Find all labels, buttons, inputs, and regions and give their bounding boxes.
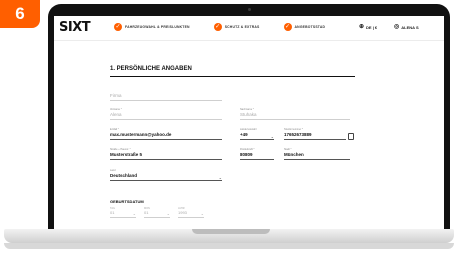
phone-value: 17652673889: [284, 132, 312, 137]
sixt-logo[interactable]: SIXT: [59, 20, 91, 35]
step-label: ANGEBOTSSTAD: [294, 25, 326, 29]
field-underline: [284, 139, 346, 140]
street-field[interactable]: Straße + Hausnr. * Musterstraße 5: [110, 148, 222, 160]
zip-field[interactable]: Postleitzahl * 80809: [240, 148, 274, 160]
app-header: SIXT ✓ FAHRZEUGWAHL & PREISLUNKTEN ✓ SCH…: [54, 16, 444, 41]
country-code-select[interactable]: Ländervorwahl +49 ⌄: [240, 128, 274, 140]
zip-value: 80809: [240, 152, 253, 157]
phone-icon: [348, 133, 354, 140]
laptop-base: [4, 229, 454, 243]
user-icon: ◎: [394, 24, 400, 30]
field-underline: [240, 139, 274, 140]
laptop-lid: SIXT ✓ FAHRZEUGWAHL & PREISLUNKTEN ✓ SCH…: [48, 4, 450, 230]
last-name-label: Nachname *: [240, 108, 254, 111]
dob-title: GEBURTSDATUM: [110, 199, 144, 204]
user-menu[interactable]: ◎ ALENA S: [394, 24, 419, 30]
dob-row: TAG 01 ⌄ MON 01 ⌄ JAHR 1993 ⌄: [110, 207, 204, 218]
field-underline: [110, 180, 222, 181]
field-underline: [178, 217, 204, 218]
language-selector[interactable]: ⊕ DE | €: [359, 24, 377, 30]
field-underline: [284, 159, 350, 160]
country-label: Land: [110, 169, 116, 172]
chevron-down-icon: ⌄: [166, 211, 170, 216]
section-divider: [110, 76, 355, 77]
globe-icon: ⊕: [359, 24, 365, 30]
chevron-down-icon: ⌄: [218, 175, 222, 180]
country-code-value: +49: [240, 132, 248, 137]
language-label: DE | €: [366, 24, 378, 30]
step-label: SCHUTZ & EXTRAS: [224, 25, 260, 29]
field-underline: [144, 217, 170, 218]
camera-icon: [248, 8, 251, 11]
laptop-notch: [192, 229, 270, 234]
country-value: Deutschland: [110, 173, 138, 178]
field-underline: [110, 119, 222, 120]
email-label: E-Mail *: [110, 128, 119, 131]
user-name: ALENA S: [401, 24, 419, 30]
email-value: max.mustermann@yahoo.de: [110, 132, 172, 137]
first-name-label: Vorname *: [110, 108, 122, 111]
step-protection[interactable]: ✓ SCHUTZ & EXTRAS: [213, 23, 260, 31]
phone-field[interactable]: Telefonnummer * 17652673889: [284, 128, 354, 140]
country-code-label: Ländervorwahl: [240, 128, 257, 131]
city-value: München: [284, 152, 304, 157]
field-underline: [110, 139, 222, 140]
step-label: FAHRZEUGWAHL & PREISLUNKTEN: [125, 25, 190, 29]
phone-label: Telefonnummer *: [284, 128, 303, 131]
section-title: 1. PERSÖNLICHE ANGABEN: [110, 66, 192, 72]
first-name-value: Alena: [110, 112, 122, 117]
zip-label: Postleitzahl *: [240, 148, 255, 151]
check-icon: ✓: [213, 23, 222, 31]
last-name-field[interactable]: Nachname * Stuhaka: [240, 108, 350, 120]
dob-month-select[interactable]: MON 01 ⌄: [144, 207, 170, 218]
email-field[interactable]: E-Mail * max.mustermann@yahoo.de: [110, 128, 222, 140]
chevron-down-icon: ⌄: [270, 134, 274, 139]
step-number-badge: 6: [0, 0, 40, 28]
city-field[interactable]: Stadt * München: [284, 148, 350, 160]
check-icon: ✓: [283, 23, 292, 31]
company-field[interactable]: Firma: [110, 93, 222, 101]
country-select[interactable]: Land Deutschland ⌄: [110, 169, 222, 181]
field-underline: [110, 100, 222, 101]
first-name-field[interactable]: Vorname * Alena: [110, 108, 222, 120]
field-underline: [240, 119, 350, 120]
chevron-down-icon: ⌄: [132, 211, 136, 216]
booking-steps: ✓ FAHRZEUGWAHL & PREISLUNKTEN ✓ SCHUTZ &…: [114, 23, 325, 31]
step-vehicle[interactable]: ✓ FAHRZEUGWAHL & PREISLUNKTEN: [114, 23, 190, 31]
street-value: Musterstraße 5: [110, 152, 143, 157]
dob-day-select[interactable]: TAG 01 ⌄: [110, 207, 136, 218]
dob-year-select[interactable]: JAHR 1993 ⌄: [178, 207, 204, 218]
field-underline: [110, 217, 136, 218]
city-label: Stadt *: [284, 148, 292, 151]
chevron-down-icon: ⌄: [200, 211, 204, 216]
field-underline: [110, 159, 222, 160]
check-icon: ✓: [114, 23, 122, 31]
field-underline: [240, 159, 274, 160]
company-placeholder: Firma: [110, 93, 122, 98]
laptop-shadow: [4, 243, 454, 249]
step-offer[interactable]: ✓ ANGEBOTSSTAD: [283, 23, 326, 31]
last-name-value: Stuhaka: [240, 112, 257, 117]
street-label: Straße + Hausnr. *: [110, 148, 131, 151]
laptop-screen: SIXT ✓ FAHRZEUGWAHL & PREISLUNKTEN ✓ SCH…: [54, 16, 444, 230]
